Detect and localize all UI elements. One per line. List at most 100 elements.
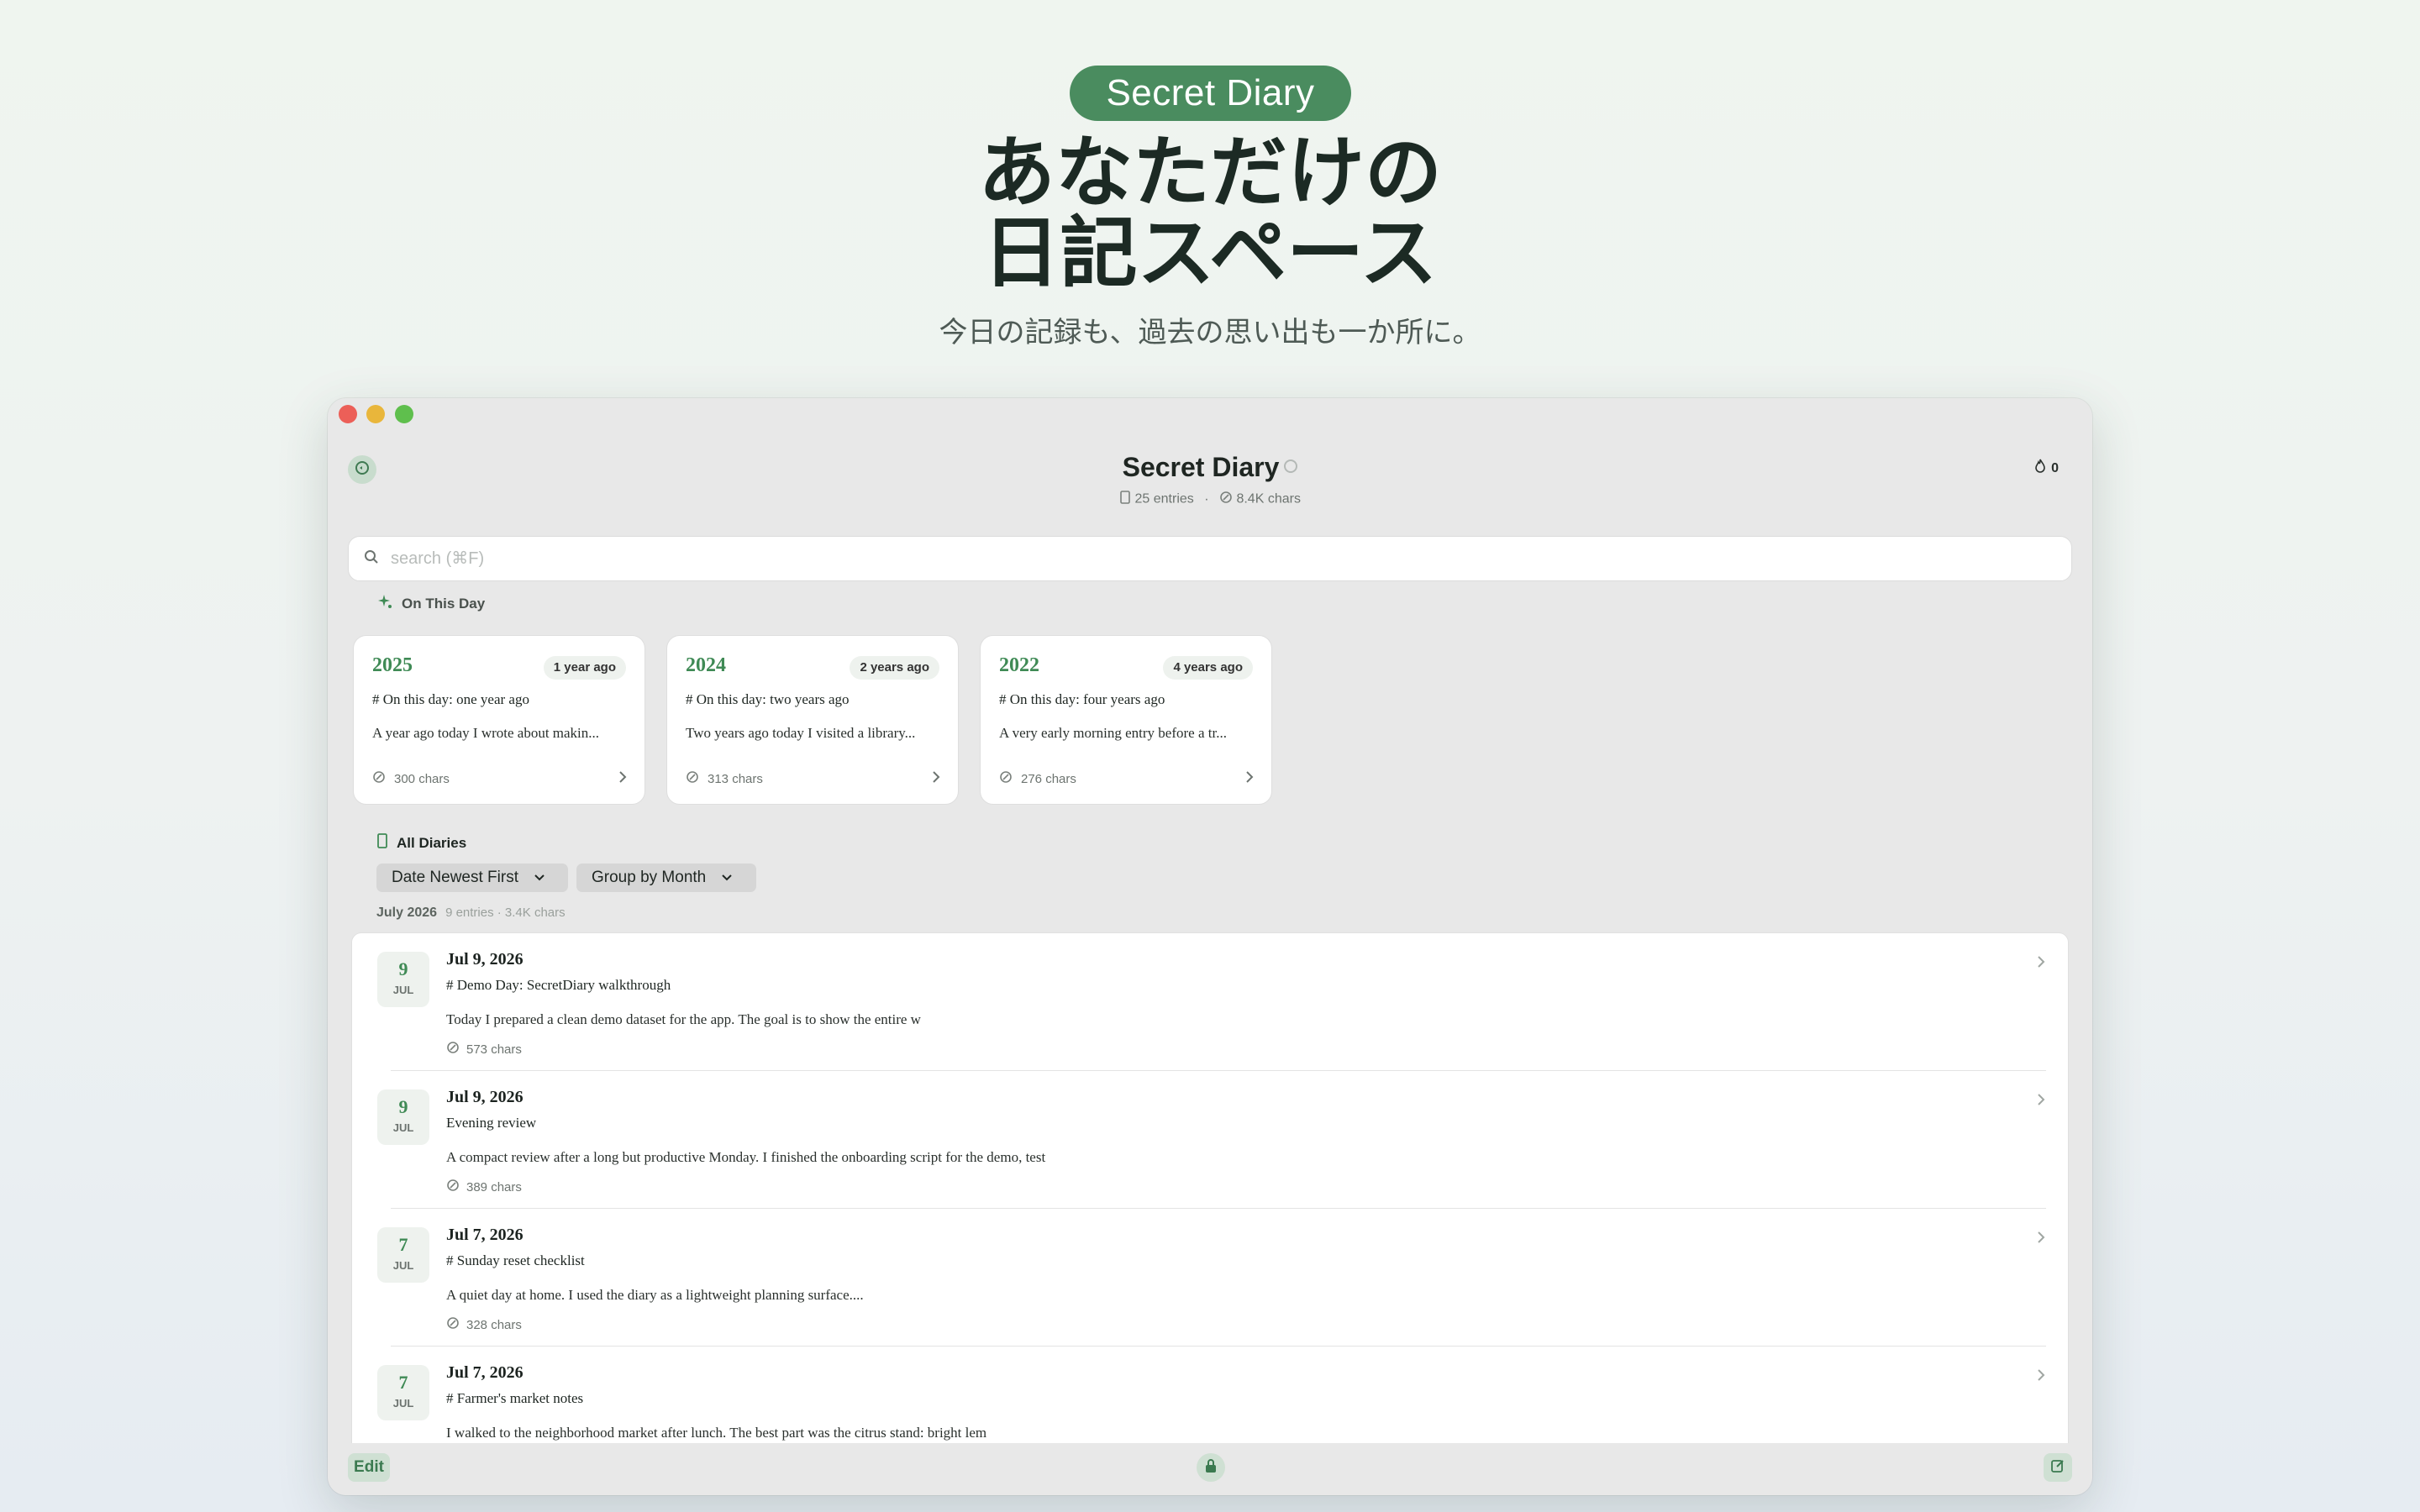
edit-button[interactable]: Edit [348, 1453, 390, 1482]
date-badge: 7 JUL [377, 1365, 429, 1420]
entry-title: Evening review [446, 1115, 537, 1131]
entry-date: Jul 9, 2026 [446, 1088, 523, 1106]
entry-excerpt: Today I prepared a clean demo dataset fo… [446, 1011, 921, 1027]
entry-title: # Farmer's market notes [446, 1390, 584, 1406]
month-group-header: July 2026 9 entries · 3.4K chars [376, 906, 566, 921]
entry-chars: 389 chars [446, 1179, 522, 1195]
chevron-right-icon [2036, 1231, 2046, 1248]
on-this-day-card[interactable]: 2022 4 years ago # On this day: four yea… [980, 635, 1272, 805]
sort-dropdown[interactable]: Date Newest First [376, 864, 568, 892]
char-count-icon [999, 770, 1013, 787]
list-item[interactable]: 9 JUL Jul 9, 2026 # Demo Day: SecretDiar… [352, 933, 2068, 1071]
list-item[interactable]: 9 JUL Jul 9, 2026 Evening review A compa… [352, 1071, 2068, 1209]
entry-excerpt: I walked to the neighborhood market afte… [446, 1425, 987, 1441]
chevron-right-icon [618, 770, 628, 788]
book-icon [1119, 491, 1131, 507]
hero-badge: Secret Diary [1070, 66, 1351, 121]
search-input[interactable] [391, 549, 1987, 569]
all-diaries-label: All Diaries [397, 834, 467, 851]
on-this-day-card[interactable]: 2025 1 year ago # On this day: one year … [353, 635, 645, 805]
otd-title: # On this day: four years ago [999, 691, 1165, 707]
date-month: JUL [392, 984, 414, 996]
all-diaries-header: All Diaries [376, 833, 466, 853]
date-day: 7 [398, 1234, 408, 1255]
entry-excerpt: A quiet day at home. I used the diary as… [446, 1287, 864, 1303]
compose-icon [2050, 1458, 2065, 1478]
date-badge: 9 JUL [377, 952, 429, 1007]
otd-year: 2024 [686, 654, 726, 676]
list-item[interactable]: 7 JUL Jul 7, 2026 # Sunday reset checkli… [352, 1209, 2068, 1347]
otd-title: # On this day: one year ago [372, 691, 529, 707]
date-month: JUL [392, 1121, 414, 1134]
chevron-right-icon [2036, 1368, 2046, 1386]
window-zoom-button[interactable] [395, 405, 413, 423]
chevron-right-icon [931, 770, 941, 788]
date-badge: 9 JUL [377, 1089, 429, 1145]
info-icon[interactable] [1284, 459, 1298, 473]
otd-year: 2025 [372, 654, 413, 676]
entry-date: Jul 7, 2026 [446, 1363, 523, 1382]
streak-value: 0 [2051, 460, 2059, 475]
month-label: July 2026 [376, 906, 438, 920]
compose-button[interactable] [2044, 1453, 2072, 1482]
chars-count: 8.4K chars [1236, 491, 1301, 507]
chevron-right-icon [2036, 955, 2046, 973]
otd-ago-badge: 2 years ago [850, 656, 939, 680]
otd-chars-value: 276 chars [1021, 771, 1076, 786]
group-dropdown[interactable]: Group by Month [576, 864, 756, 892]
chevron-down-icon [721, 869, 733, 887]
window-close-button[interactable] [339, 405, 357, 423]
otd-chars-value: 300 chars [394, 771, 450, 786]
chevron-right-icon [2036, 1093, 2046, 1110]
otd-ago-badge: 4 years ago [1163, 656, 1253, 680]
entry-title: # Demo Day: SecretDiary walkthrough [446, 977, 671, 993]
otd-excerpt: A year ago today I wrote about makin... [372, 725, 600, 741]
diary-stats: 25 entries · 8.4K chars [328, 491, 2092, 508]
chevron-down-icon [534, 869, 545, 887]
search-bar[interactable] [348, 536, 2072, 581]
date-badge: 7 JUL [377, 1227, 429, 1283]
on-this-day-header: On This Day [376, 593, 485, 614]
chevron-right-icon [1244, 770, 1255, 788]
date-day: 9 [398, 958, 408, 979]
char-count-icon [446, 1041, 460, 1058]
sort-label: Date Newest First [392, 869, 518, 886]
month-meta: 9 entries · 3.4K chars [445, 906, 566, 920]
entry-date: Jul 9, 2026 [446, 950, 523, 969]
date-day: 7 [398, 1372, 408, 1393]
streak-counter[interactable]: 0 [2034, 459, 2059, 478]
on-this-day-label: On This Day [402, 595, 486, 612]
char-count-icon [446, 1179, 460, 1195]
search-icon [364, 549, 379, 569]
hero-title-line2: 日記スペース [982, 208, 1438, 298]
date-month: JUL [392, 1259, 414, 1272]
otd-excerpt: A very early morning entry before a tr..… [999, 725, 1227, 741]
app-title: Secret Diary [328, 452, 2092, 483]
char-count-icon [446, 1316, 460, 1333]
window-minimize-button[interactable] [366, 405, 385, 423]
date-day: 9 [398, 1096, 408, 1117]
otd-excerpt: Two years ago today I visited a library.… [686, 725, 916, 741]
otd-chars: 313 chars [686, 770, 763, 787]
entry-chars-value: 573 chars [466, 1042, 522, 1057]
entries-count: 25 entries [1134, 491, 1194, 507]
date-month: JUL [392, 1397, 414, 1410]
char-count-icon [372, 770, 386, 787]
hero-title-line1: あなただけの [977, 128, 1442, 218]
bottom-toolbar: Edit [328, 1443, 2092, 1495]
sparkle-icon [376, 593, 393, 614]
on-this-day-card[interactable]: 2024 2 years ago # On this day: two year… [666, 635, 959, 805]
char-count-icon [1219, 491, 1233, 507]
app-title-text: Secret Diary [1122, 452, 1280, 482]
entry-chars-value: 328 chars [466, 1317, 522, 1332]
otd-ago-badge: 1 year ago [543, 656, 626, 680]
otd-chars-value: 313 chars [708, 771, 763, 786]
entry-date: Jul 7, 2026 [446, 1226, 523, 1244]
lock-icon [1204, 1458, 1218, 1478]
hero-subtitle: 今日の記録も、過去の思い出も一か所に。 [939, 316, 1481, 349]
app-window: Secret Diary 25 entries · 8.4K chars 0 O… [328, 398, 2092, 1495]
otd-chars: 276 chars [999, 770, 1076, 787]
entry-chars-value: 389 chars [466, 1179, 522, 1194]
group-label: Group by Month [592, 869, 707, 886]
lock-button[interactable] [1197, 1453, 1225, 1482]
